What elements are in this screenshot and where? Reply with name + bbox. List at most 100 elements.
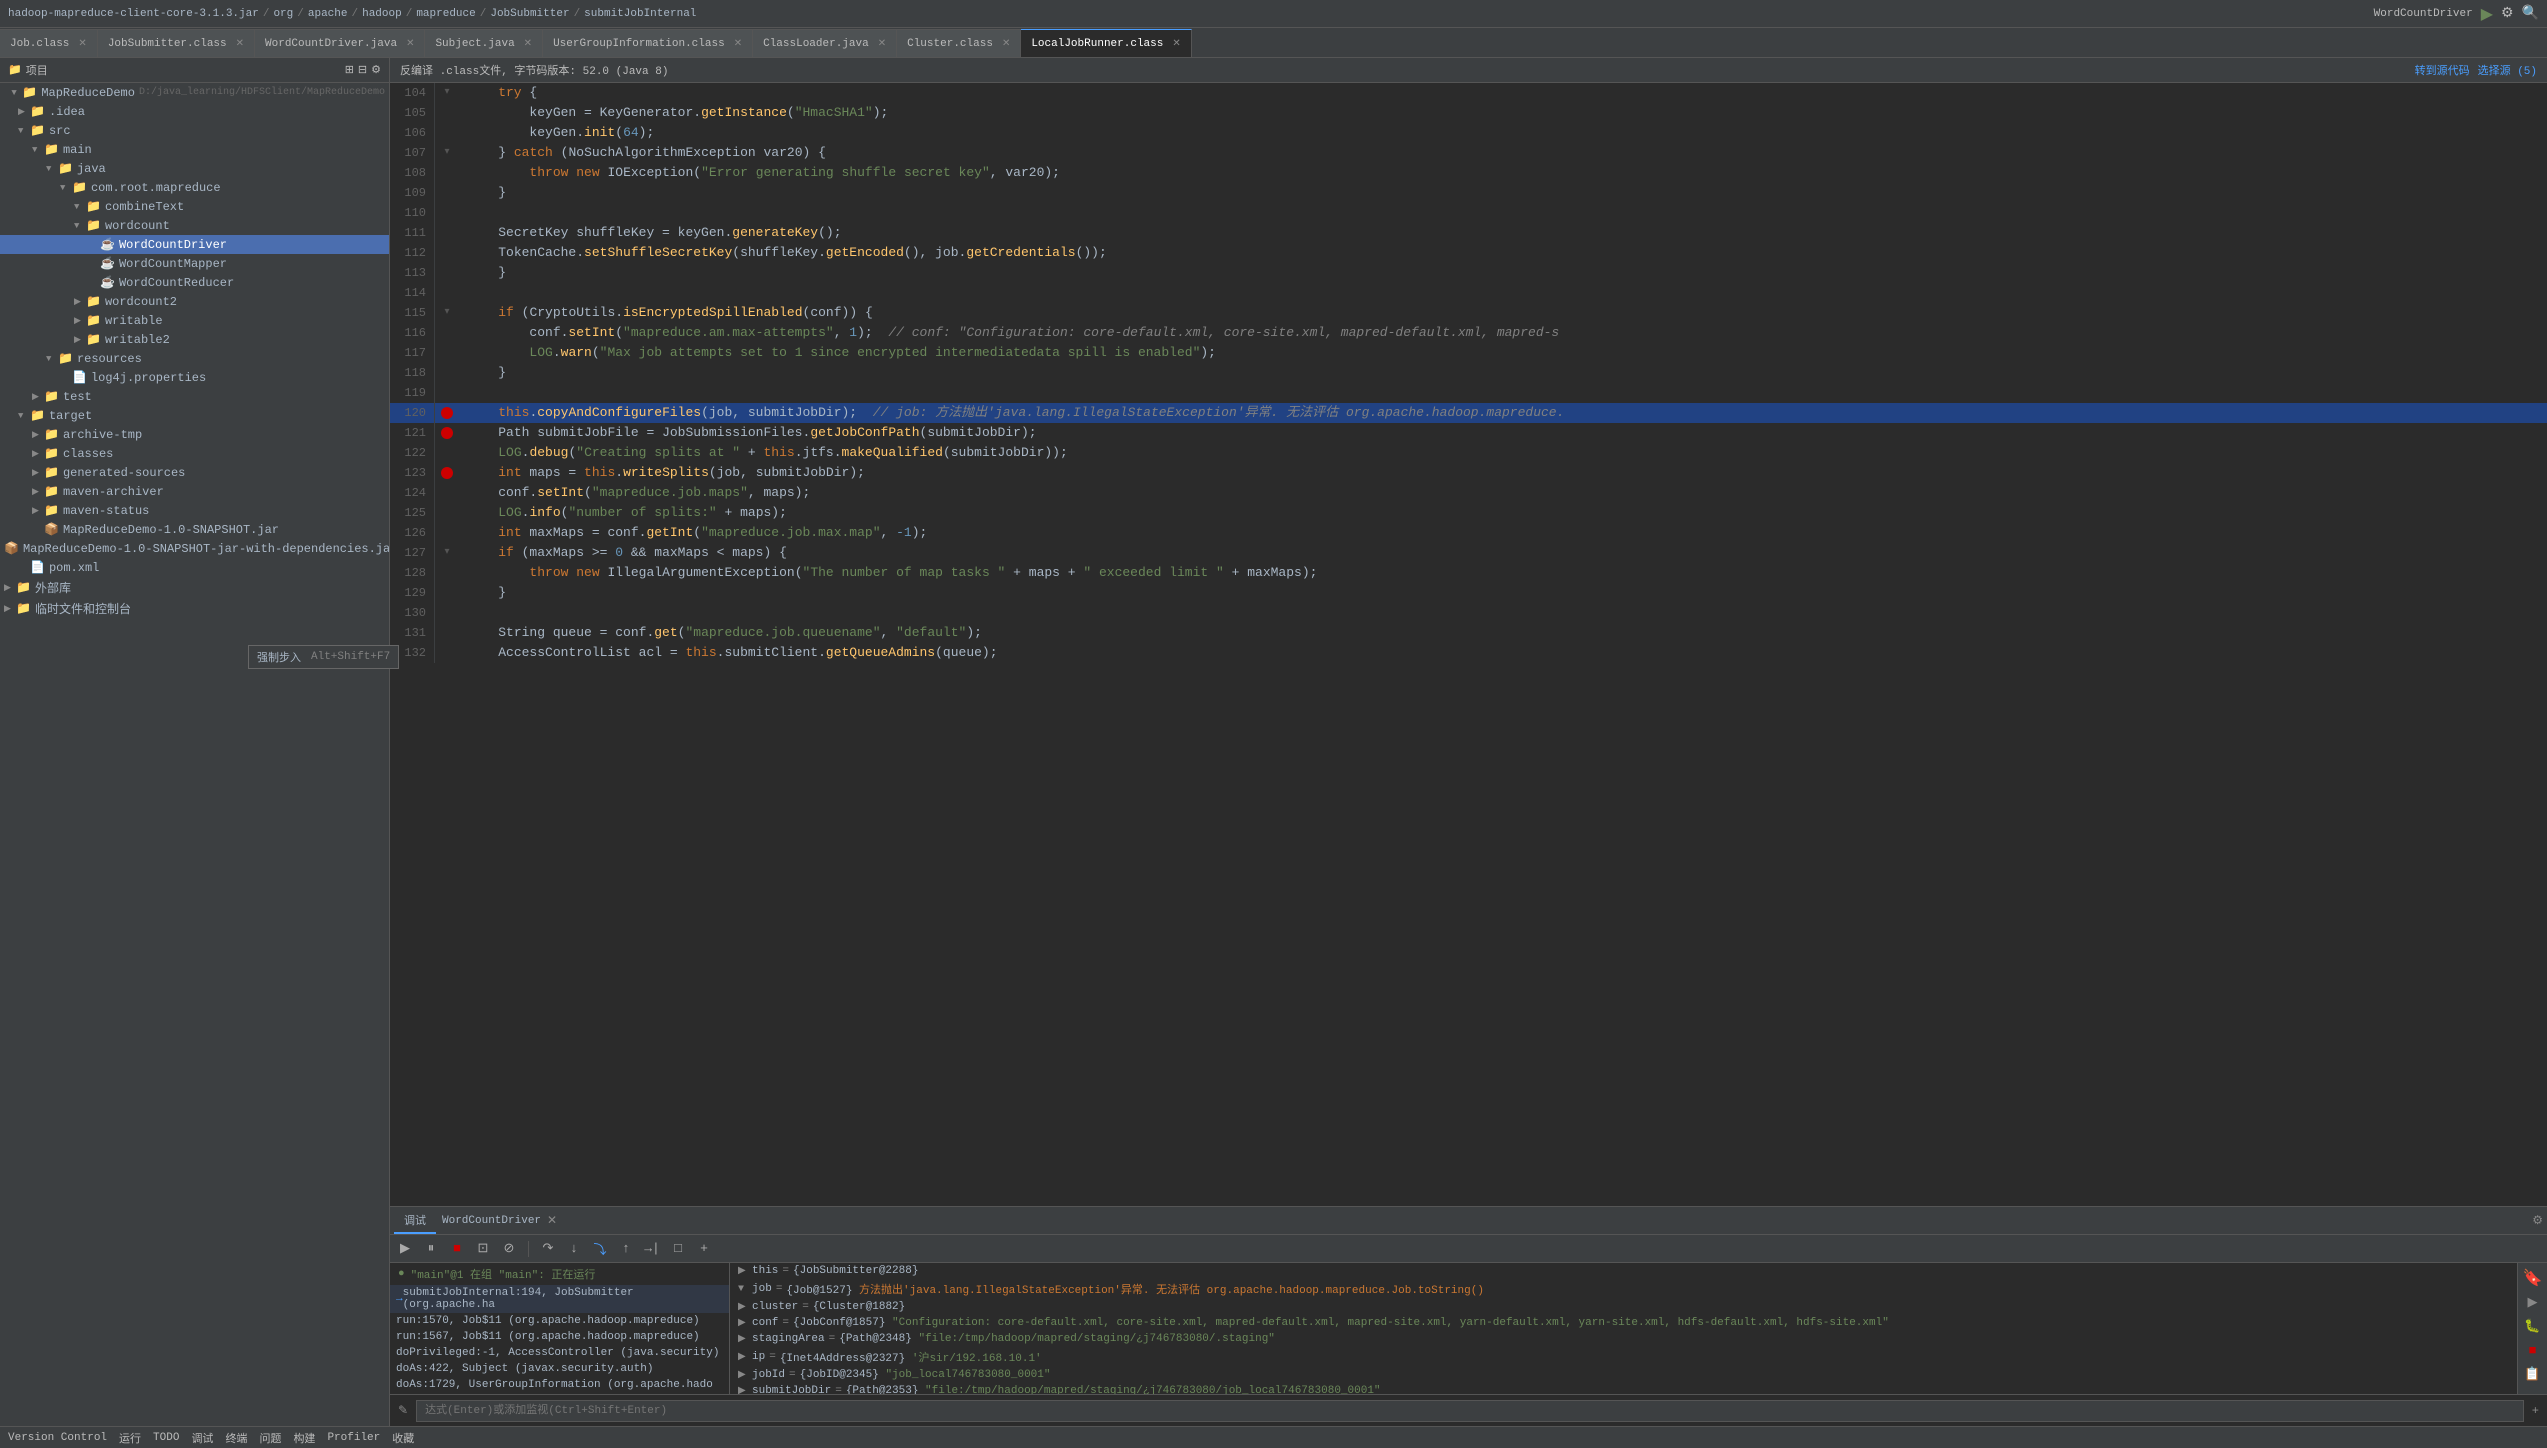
tab-localjobrunner-class[interactable]: LocalJobRunner.class✕ [1021, 29, 1191, 57]
run-icon[interactable]: ▶ [2481, 4, 2493, 24]
code-view[interactable]: 104 ▾ try { 105 keyGen = KeyGenerator.ge… [390, 83, 2547, 1206]
view-breakpoints-btn[interactable]: ⊡ [472, 1238, 494, 1260]
tab-classloader-java[interactable]: ClassLoader.java✕ [753, 29, 897, 57]
sidebar-item-com-root-mapreduce[interactable]: ▼📁com.root.mapreduce [0, 178, 389, 197]
goto-source-btn[interactable]: 转到源代码 [2415, 62, 2470, 78]
sidebar-item-wordcountmapper[interactable]: ☕WordCountMapper [0, 254, 389, 273]
add-watch-icon[interactable]: + [2532, 1404, 2539, 1418]
sidebar-item-target[interactable]: ▼📁target [0, 406, 389, 425]
sidebar-item---------[interactable]: ▶📁临时文件和控制台 [0, 598, 389, 619]
tab-close-icon[interactable]: ✕ [734, 38, 742, 50]
fold-127[interactable]: ▾ [444, 543, 449, 563]
sidebar-item-main[interactable]: ▼📁main [0, 140, 389, 159]
sidebar-collapse-icon[interactable]: ⊟ [358, 63, 367, 77]
tab-close-icon[interactable]: ✕ [78, 38, 86, 50]
breadcrumb-mapreduce[interactable]: mapreduce [416, 8, 475, 20]
fold-115[interactable]: ▾ [444, 303, 449, 323]
sidebar-item--idea[interactable]: ▶📁.idea [0, 102, 389, 121]
debug-tab-main[interactable]: 调试 [394, 1208, 436, 1234]
tab-close-icon[interactable]: ✕ [406, 38, 414, 50]
build-tab[interactable]: 构建 [293, 1430, 315, 1446]
sidebar-item-archive-tmp[interactable]: ▶📁archive-tmp [0, 425, 389, 444]
debug-frame-2[interactable]: run:1567, Job$11 (org.apache.hadoop.mapr… [390, 1329, 729, 1345]
var-expand-ip[interactable]: ▶ [738, 1351, 752, 1363]
step-out-btn[interactable]: ↑ [615, 1238, 637, 1260]
var-row-submitjobdir[interactable]: ▶ submitJobDir = {Path@2353} "file:/tmp/… [730, 1383, 2517, 1394]
var-expand-submitjobdir[interactable]: ▶ [738, 1385, 752, 1394]
tab-close-icon[interactable]: ✕ [1002, 38, 1010, 50]
debug-frame-3[interactable]: doPrivileged:-1, AccessController (java.… [390, 1345, 729, 1361]
tab-jobsubmitter-class[interactable]: JobSubmitter.class✕ [98, 29, 255, 57]
var-row-stagingarea[interactable]: ▶ stagingArea = {Path@2348} "file:/tmp/h… [730, 1331, 2517, 1347]
terminal-tab[interactable]: 终端 [225, 1430, 247, 1446]
settings-icon[interactable]: ⚙ [2501, 5, 2514, 22]
force-step-into-btn[interactable]: ⤵ [589, 1238, 611, 1260]
debug-close-icon[interactable]: ✕ [547, 1213, 557, 1228]
sidebar-settings-icon[interactable]: ⚙ [371, 63, 381, 77]
sidebar-item-mapreducedemo-1-0-snapshot-jar-with-dependencies-jar[interactable]: 📦MapReduceDemo-1.0-SNAPSHOT-jar-with-dep… [0, 539, 389, 558]
sidebar-item-combinetext[interactable]: ▼📁combineText [0, 197, 389, 216]
tab-cluster-class[interactable]: Cluster.class✕ [897, 29, 1021, 57]
sidebar-root[interactable]: ▼📁MapReduceDemoD:/java_learning/HDFSClie… [0, 83, 389, 102]
var-expand-job[interactable]: ▼ [738, 1284, 752, 1295]
sidebar-item-wordcountdriver[interactable]: ☕WordCountDriver [0, 235, 389, 254]
tab-usergroupinformation-class[interactable]: UserGroupInformation.class✕ [543, 29, 753, 57]
problems-tab[interactable]: 问题 [259, 1430, 281, 1446]
sidebar-item-java[interactable]: ▼📁java [0, 159, 389, 178]
fold-107[interactable]: ▾ [444, 143, 449, 163]
add-watch-btn[interactable]: + [693, 1238, 715, 1260]
breadcrumb-jar[interactable]: hadoop-mapreduce-client-core-3.1.3.jar [8, 8, 259, 20]
breadcrumb-apache[interactable]: apache [308, 8, 348, 20]
var-row-job[interactable]: ▼ job = {Job@1527} 方法抛出'java.lang.Illega… [730, 1279, 2517, 1299]
tab-subject-java[interactable]: Subject.java✕ [425, 29, 543, 57]
var-expand-stagingarea[interactable]: ▶ [738, 1333, 752, 1345]
sidebar-item-src[interactable]: ▼📁src [0, 121, 389, 140]
todo-side-icon[interactable]: 📋 [2522, 1363, 2544, 1385]
tab-wordcountdriver-java[interactable]: WordCountDriver.java✕ [255, 29, 425, 57]
sidebar-item-maven-archiver[interactable]: ▶📁maven-archiver [0, 482, 389, 501]
favorites-tab[interactable]: 收藏 [392, 1430, 414, 1446]
var-row-jobid[interactable]: ▶ jobId = {JobID@2345} "job_local7467830… [730, 1367, 2517, 1383]
tab-close-icon[interactable]: ✕ [878, 38, 886, 50]
breadcrumb-hadoop[interactable]: hadoop [362, 8, 402, 20]
version-control-tab[interactable]: Version Control [8, 1432, 107, 1444]
var-row-ip[interactable]: ▶ ip = {Inet4Address@2327} '沪sir/192.168… [730, 1347, 2517, 1367]
var-expand-this[interactable]: ▶ [738, 1265, 752, 1277]
breadcrumb-method[interactable]: submitJobInternal [584, 8, 696, 20]
todo-tab[interactable]: TODO [153, 1432, 179, 1444]
fold-104[interactable]: ▾ [444, 83, 449, 103]
run-side-icon[interactable]: ▶ [2522, 1291, 2544, 1313]
sidebar-item-mapreducedemo-1-0-snapshot-jar[interactable]: 📦MapReduceDemo-1.0-SNAPSHOT.jar [0, 520, 389, 539]
sidebar-item-test[interactable]: ▶📁test [0, 387, 389, 406]
tab-close-icon[interactable]: ✕ [1172, 38, 1180, 50]
var-expand-conf[interactable]: ▶ [738, 1317, 752, 1329]
choose-source-btn[interactable]: 选择源 (5) [2478, 62, 2537, 78]
step-over-btn[interactable]: ↷ [537, 1238, 559, 1260]
step-into-btn[interactable]: ↓ [563, 1238, 585, 1260]
tab-job-class[interactable]: Job.class✕ [0, 29, 98, 57]
debug-frame-0[interactable]: → submitJobInternal:194, JobSubmitter (o… [390, 1285, 729, 1313]
bookmarks-icon[interactable]: 🔖 [2522, 1267, 2544, 1289]
var-expand-jobid[interactable]: ▶ [738, 1369, 752, 1381]
profiler-tab[interactable]: Profiler [327, 1432, 380, 1444]
var-row-cluster[interactable]: ▶ cluster = {Cluster@1882} [730, 1299, 2517, 1315]
breadcrumb-org[interactable]: org [273, 8, 293, 20]
stop-btn[interactable]: ■ [446, 1238, 468, 1260]
var-row-this[interactable]: ▶ this = {JobSubmitter@2288} [730, 1263, 2517, 1279]
sidebar-item-classes[interactable]: ▶📁classes [0, 444, 389, 463]
debug-settings-icon[interactable]: ⚙ [2532, 1213, 2543, 1228]
sidebar-item-wordcount2[interactable]: ▶📁wordcount2 [0, 292, 389, 311]
debug-frame-5[interactable]: doAs:1729, UserGroupInformation (org.apa… [390, 1377, 729, 1393]
sidebar-expand-icon[interactable]: ⊞ [345, 63, 354, 77]
sidebar-item-log4j-properties[interactable]: 📄log4j.properties [0, 368, 389, 387]
debug-frame-4[interactable]: doAs:422, Subject (javax.security.auth) [390, 1361, 729, 1377]
sidebar-item-pom-xml[interactable]: 📄pom.xml [0, 558, 389, 577]
pause-btn[interactable]: ⏸ [420, 1238, 442, 1260]
debug-bottom-tab[interactable]: 调试 [191, 1430, 213, 1446]
var-expand-cluster[interactable]: ▶ [738, 1301, 752, 1313]
debug-side-icon[interactable]: 🐛 [2522, 1315, 2544, 1337]
mute-breakpoints-btn[interactable]: ⊘ [498, 1238, 520, 1260]
sidebar-item-maven-status[interactable]: ▶📁maven-status [0, 501, 389, 520]
breadcrumb-jobsubmitter[interactable]: JobSubmitter [490, 8, 569, 20]
expr-input[interactable] [416, 1400, 2524, 1422]
